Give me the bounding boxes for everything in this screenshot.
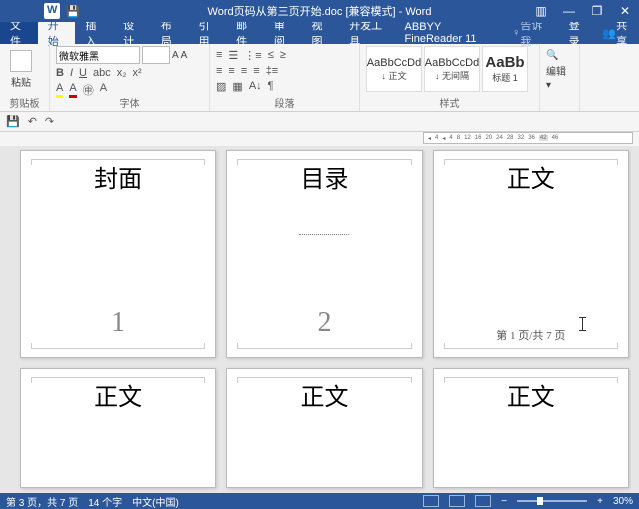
indent-inc-icon[interactable]: ≥ [280, 49, 286, 62]
view-web-icon[interactable] [475, 495, 491, 507]
editing-dropdown-icon[interactable]: ▾ [546, 80, 573, 91]
page3-footer: 第 1 页/共 7 页 [434, 327, 628, 343]
page-4[interactable]: 正文 [20, 368, 216, 488]
superscript-button[interactable]: x² [133, 67, 142, 79]
font-size-input[interactable] [142, 46, 170, 64]
borders-icon[interactable]: ▦ [232, 80, 242, 93]
quick-save-icon[interactable]: 💾 [66, 5, 80, 18]
footer-margin-mark [31, 343, 205, 349]
group-font: 字体 [50, 95, 209, 110]
view-read-icon[interactable] [423, 495, 439, 507]
multilevel-icon[interactable]: ⋮≡ [244, 49, 261, 62]
bullets-icon[interactable]: ≡ [216, 49, 222, 62]
zoom-out-icon[interactable]: − [501, 496, 507, 507]
tab-home[interactable]: 开始 [38, 22, 76, 44]
login-button[interactable]: 登录 [561, 22, 595, 44]
tab-review[interactable]: 审阅 [264, 22, 302, 44]
group-styles: 样式 [360, 95, 539, 110]
group-clipboard: 剪贴板 [0, 95, 49, 110]
status-page[interactable]: 第 3 页，共 7 页 [6, 494, 78, 509]
page2-number: 2 [227, 307, 421, 339]
close-icon[interactable]: ✕ [611, 4, 639, 18]
status-bar: 第 3 页，共 7 页 14 个字 中文(中国) − + 30% [0, 493, 639, 509]
find-icon[interactable]: 🔍 [546, 50, 573, 61]
style-nospacing[interactable]: AaBbCcDd ↓ 无间隔 [424, 46, 480, 92]
restore-icon[interactable]: ❐ [583, 4, 611, 18]
minimize-icon[interactable]: — [555, 4, 583, 18]
tell-me[interactable]: ♀ 告诉我... [504, 22, 561, 44]
shrink-font-icon[interactable]: A [181, 50, 188, 61]
justify-icon[interactable]: ≡ [253, 65, 259, 77]
shading-icon[interactable]: ▨ [216, 80, 226, 93]
word-icon [44, 3, 60, 19]
page-2[interactable]: 目录 2 [226, 150, 422, 358]
paste-button[interactable]: 粘贴 [6, 46, 36, 96]
redo-icon[interactable]: ↷ [45, 115, 54, 128]
zoom-slider[interactable] [517, 500, 587, 502]
tab-layout[interactable]: 布局 [151, 22, 189, 44]
tab-design[interactable]: 设计 [113, 22, 151, 44]
style-normal[interactable]: AaBbCcDd ↓ 正文 [366, 46, 422, 92]
undo-icon[interactable]: ↶ [28, 115, 37, 128]
italic-button[interactable]: I [70, 67, 73, 79]
tab-developer[interactable]: 开发工具 [339, 22, 394, 44]
align-right-icon[interactable]: ≡ [241, 65, 247, 77]
subscript-button[interactable]: x₂ [117, 67, 127, 79]
tab-insert[interactable]: 插入 [75, 22, 113, 44]
toc-placeholder [299, 234, 349, 235]
tab-mailings[interactable]: 邮件 [226, 22, 264, 44]
save-icon[interactable]: 💾 [6, 115, 20, 128]
numbering-icon[interactable]: ☰ [228, 49, 238, 62]
horizontal-ruler[interactable]: ◂4◂ 48121620242832364246 [423, 132, 633, 144]
page-6[interactable]: 正文 [433, 368, 629, 488]
page1-number: 1 [21, 307, 215, 339]
strike-button[interactable]: abc [93, 67, 111, 79]
align-center-icon[interactable]: ≡ [228, 65, 234, 77]
document-area[interactable]: 802468101214161820222426 封面 1 目录 2 正文 第 … [18, 146, 631, 493]
clipboard-icon [10, 50, 32, 72]
view-print-icon[interactable] [449, 495, 465, 507]
style-heading1[interactable]: AaBb 标题 1 [482, 46, 528, 92]
zoom-in-icon[interactable]: + [597, 496, 603, 507]
align-left-icon[interactable]: ≡ [216, 65, 222, 77]
title-bar: 💾 Word页码从第三页开始.doc [兼容模式] - Word ▥ — ❐ ✕ [0, 0, 639, 22]
editing-label[interactable]: 编辑 [546, 63, 573, 78]
show-marks-icon[interactable]: ¶ [268, 80, 274, 93]
font-name-input[interactable] [56, 46, 140, 64]
ribbon-tabs: 文件 开始 插入 设计 布局 引用 邮件 审阅 视图 开发工具 ABBYY Fi… [0, 22, 639, 44]
tab-references[interactable]: 引用 [188, 22, 226, 44]
page-3[interactable]: 正文 第 1 页/共 7 页 [433, 150, 629, 358]
header-margin-mark [31, 159, 205, 165]
group-paragraph: 段落 [210, 95, 359, 110]
status-words[interactable]: 14 个字 [88, 494, 122, 509]
page-1[interactable]: 封面 1 [20, 150, 216, 358]
zoom-level[interactable]: 30% [613, 496, 633, 507]
tab-view[interactable]: 视图 [302, 22, 340, 44]
bold-button[interactable]: B [56, 67, 64, 79]
grow-font-icon[interactable]: A [172, 50, 179, 61]
share-button[interactable]: 👥 共享 [594, 22, 639, 44]
style-gallery[interactable]: AaBbCcDd ↓ 正文 AaBbCcDd ↓ 无间隔 AaBb 标题 1 [366, 46, 533, 92]
tab-file[interactable]: 文件 [0, 22, 38, 44]
sort-icon[interactable]: A↓ [249, 80, 262, 93]
page-5[interactable]: 正文 [226, 368, 422, 488]
indent-dec-icon[interactable]: ≤ [268, 49, 274, 62]
ribbon-options-icon[interactable]: ▥ [527, 4, 555, 18]
underline-button[interactable]: U [79, 67, 87, 79]
line-spacing-icon[interactable]: ‡≡ [266, 65, 279, 77]
ribbon: 粘贴 剪贴板 A A B I U abc x₂ x² A A ㊥ A 字体 ≡ … [0, 44, 639, 112]
quick-access: 💾 ↶ ↷ [0, 112, 639, 132]
tab-abbyy[interactable]: ABBYY FineReader 11 [395, 22, 505, 44]
status-lang[interactable]: 中文(中国) [132, 494, 179, 509]
